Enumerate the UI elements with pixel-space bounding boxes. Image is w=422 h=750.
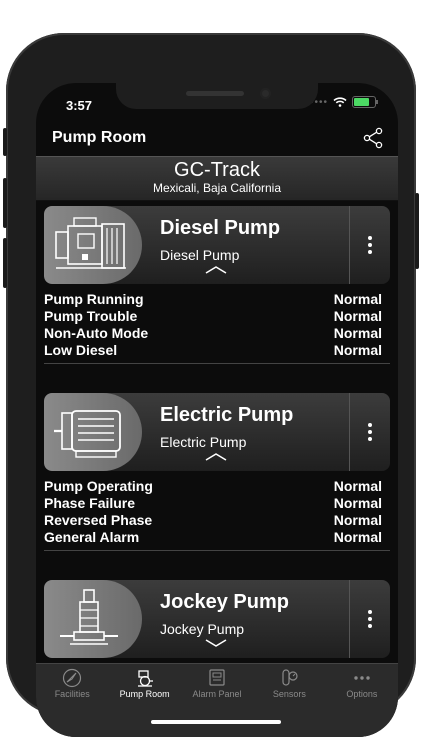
alarm-label: Pump Operating	[44, 478, 153, 494]
phone-frame: 3:57 •••• Pump Room GC-Track Mexicali, B…	[3, 33, 419, 737]
page-title: Pump Room	[52, 129, 147, 146]
status-time: 3:57	[66, 98, 93, 113]
pump-image	[44, 206, 142, 284]
alarm-status: Normal	[333, 325, 382, 341]
tab-pump-room[interactable]: Pump Room	[108, 664, 180, 704]
divider	[349, 393, 350, 471]
compass-icon	[63, 668, 82, 688]
alarm-row: Phase Failure Normal	[44, 495, 382, 512]
pump-card-diesel: Diesel Pump Diesel Pump Pump Running Norm…	[44, 206, 390, 364]
alarm-label: General Alarm	[44, 529, 140, 545]
power-button	[415, 193, 419, 269]
alarm-row: Pump Running Normal	[44, 291, 382, 308]
alarm-panel-icon	[209, 669, 225, 686]
alarm-row: Reversed Phase Normal	[44, 512, 382, 529]
pump-room-icon	[137, 670, 153, 687]
alarm-label: Reversed Phase	[44, 512, 153, 528]
tab-alarm-panel[interactable]: Alarm Panel	[181, 664, 253, 704]
camera	[260, 88, 271, 99]
electric-motor-icon	[54, 410, 121, 458]
alarm-row: Pump Operating Normal	[44, 478, 382, 495]
alarm-status: Normal	[333, 291, 382, 307]
pump-card-electric: Electric Pump Electric Pump Pump Operati…	[44, 393, 390, 551]
chevron-up-icon[interactable]	[204, 264, 228, 274]
tab-label: Options	[346, 689, 378, 699]
pump-subtitle: Diesel Pump	[160, 247, 240, 263]
alarm-list: Pump Operating Normal Phase Failure Normal…	[44, 475, 390, 551]
alarm-row: General Alarm Normal	[44, 529, 382, 546]
alarm-list: Pump Running Normal Pump Trouble Normal No…	[44, 288, 390, 364]
chevron-up-icon[interactable]	[204, 451, 228, 461]
facility-name: GC-Track	[174, 159, 260, 181]
pump-card-header[interactable]: Electric Pump Electric Pump	[44, 393, 390, 471]
diesel-engine-icon	[55, 217, 126, 269]
tab-bar: Facilities Pump Room Alarm Panel Sensors…	[36, 663, 398, 704]
pump-title: Electric Pump	[160, 404, 294, 426]
pump-card-header[interactable]: Diesel Pump Diesel Pump	[44, 206, 390, 284]
alarm-label: Pump Trouble	[44, 308, 138, 324]
more-options-icon[interactable]	[368, 423, 372, 444]
alarm-label: Phase Failure	[44, 495, 136, 511]
pump-title: Jockey Pump	[160, 591, 289, 613]
facility-header: GC-Track Mexicali, Baja California	[36, 156, 398, 201]
alarm-row: Non-Auto Mode Normal	[44, 325, 382, 342]
notch	[116, 83, 318, 109]
alarm-row: Pump Trouble Normal	[44, 308, 382, 325]
more-options-icon[interactable]	[368, 236, 372, 257]
pump-title: Diesel Pump	[160, 217, 281, 239]
alarm-label: Non-Auto Mode	[44, 325, 149, 341]
pump-subtitle: Jockey Pump	[160, 621, 245, 637]
pump-card-jockey: Jockey Pump Jockey Pump	[44, 580, 390, 658]
more-options-icon[interactable]	[368, 610, 372, 631]
battery-icon	[352, 96, 378, 108]
tab-facilities[interactable]: Facilities	[36, 664, 108, 704]
tab-label: Facilities	[54, 689, 90, 699]
home-area	[36, 703, 398, 737]
alarm-status: Normal	[333, 478, 382, 494]
tab-label: Alarm Panel	[192, 689, 242, 699]
alarm-status: Normal	[333, 512, 382, 528]
tab-label: Sensors	[272, 689, 306, 699]
sensors-icon	[282, 669, 299, 686]
tab-options[interactable]: Options	[326, 664, 398, 704]
speaker	[186, 91, 244, 96]
pump-image	[44, 393, 142, 471]
mute-switch	[3, 128, 7, 156]
divider	[349, 206, 350, 284]
alarm-status: Normal	[333, 342, 382, 358]
more-icon	[354, 676, 370, 680]
chevron-down-icon[interactable]	[204, 638, 228, 648]
alarm-row: Low Diesel Normal	[44, 342, 382, 359]
tab-label: Pump Room	[119, 689, 170, 699]
tab-sensors[interactable]: Sensors	[253, 664, 325, 704]
wifi-icon	[333, 97, 347, 107]
alarm-label: Pump Running	[44, 291, 144, 307]
jockey-pump-icon	[60, 589, 118, 645]
pump-image	[44, 580, 142, 658]
share-icon[interactable]	[362, 127, 384, 149]
alarm-status: Normal	[333, 529, 382, 545]
app-screen: 3:57 •••• Pump Room GC-Track Mexicali, B…	[36, 83, 398, 737]
divider	[349, 580, 350, 658]
pump-subtitle: Electric Pump	[160, 434, 247, 450]
volume-up-button	[3, 178, 7, 228]
alarm-status: Normal	[333, 495, 382, 511]
alarm-status: Normal	[333, 308, 382, 324]
alarm-label: Low Diesel	[44, 342, 118, 358]
status-icons: ••••	[310, 96, 378, 108]
home-indicator[interactable]	[151, 720, 281, 724]
volume-down-button	[3, 238, 7, 288]
facility-location: Mexicali, Baja California	[152, 181, 282, 195]
pump-card-header[interactable]: Jockey Pump Jockey Pump	[44, 580, 390, 658]
